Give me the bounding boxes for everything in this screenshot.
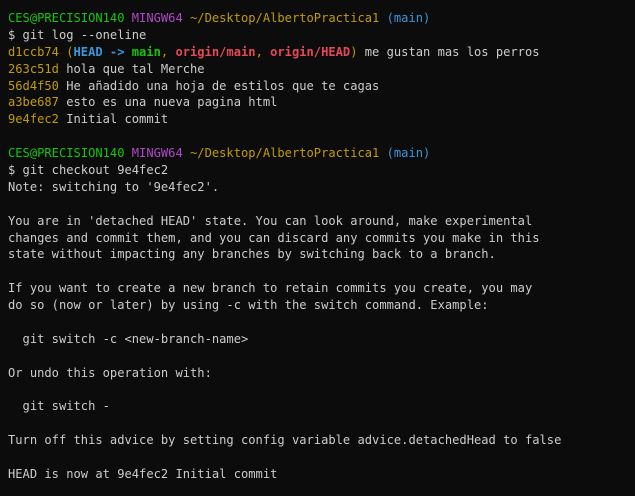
prompt-line: CES@PRECISION140 MINGW64 ~/Desktop/Alber… [8,145,635,162]
ref-origin-head: origin/HEAD [270,44,351,59]
output-line: do so (now or later) by using -c with th… [8,298,489,313]
ref-origin-main: origin/main [175,44,256,59]
prompt-branch: (main) [386,146,431,161]
output-line: Or undo this operation with: [8,365,212,380]
prompt-shell: MINGW64 [131,146,183,161]
prompt-shell: MINGW64 [131,11,183,25]
command-line: $ git checkout 9e4fec2 [8,163,169,178]
prompt-line: CES@PRECISION140 MINGW64 ~/Desktop/Alber… [8,10,635,27]
ref-head: HEAD -> [73,44,132,59]
commit-hash: d1ccb74 [8,44,59,59]
prompt-path: ~/Desktop/AlbertoPractica1 [190,146,380,161]
prompt-user-host: CES@PRECISION140 [8,146,125,161]
output-line: Note: switching to '9e4fec2'. [8,179,220,194]
output-line: changes and commit them, and you can dis… [8,230,540,245]
ref-paren-open: ( [66,44,74,59]
output-line: HEAD is now at 9e4fec2 Initial commit [8,467,278,482]
commit-message: me gustan mas los perros [364,44,540,59]
prompt-path: ~/Desktop/AlbertoPractica1 [190,11,380,25]
commit-hash: a3be687 [8,95,59,110]
prompt-user-host: CES@PRECISION140 [8,11,125,25]
commit-line: a3be687 esto es una nueva pagina html [8,94,635,111]
commit-hash: 9e4fec2 [8,112,59,127]
terminal-window[interactable]: CES@PRECISION140 MINGW64 ~/Desktop/Alber… [0,0,635,496]
prompt-branch: (main) [386,11,431,25]
commit-message: He añadido una hoja de estilos que te ca… [66,78,380,93]
commit-line: d1ccb74 (HEAD -> main, origin/main, orig… [8,44,635,61]
output-line: state without impacting any branches by … [8,247,496,262]
ref-separator: , [160,44,176,59]
commit-line: 56d4f50 He añadido una hoja de estilos q… [8,78,635,95]
commit-hash: 263c51d [8,61,59,76]
ref-main: main [131,44,161,59]
commit-line: 9e4fec2 Initial commit [8,111,635,128]
output-line: If you want to create a new branch to re… [8,281,533,296]
ref-separator: , [255,44,271,59]
output-line: You are in 'detached HEAD' state. You ca… [8,213,533,228]
output-line: git switch - [8,399,110,414]
output-line: git switch -c <new-branch-name> [8,331,249,346]
commit-message: esto es una nueva pagina html [66,95,278,110]
commit-hash: 56d4f50 [8,78,59,93]
commit-line: 263c51d hola que tal Merche [8,61,635,78]
output-line: Turn off this advice by setting config v… [8,433,562,448]
commit-message: hola que tal Merche [66,61,205,76]
command-line: $ git log --oneline [8,27,147,42]
ref-paren-close: ) [350,44,358,59]
commit-message: Initial commit [66,112,169,127]
